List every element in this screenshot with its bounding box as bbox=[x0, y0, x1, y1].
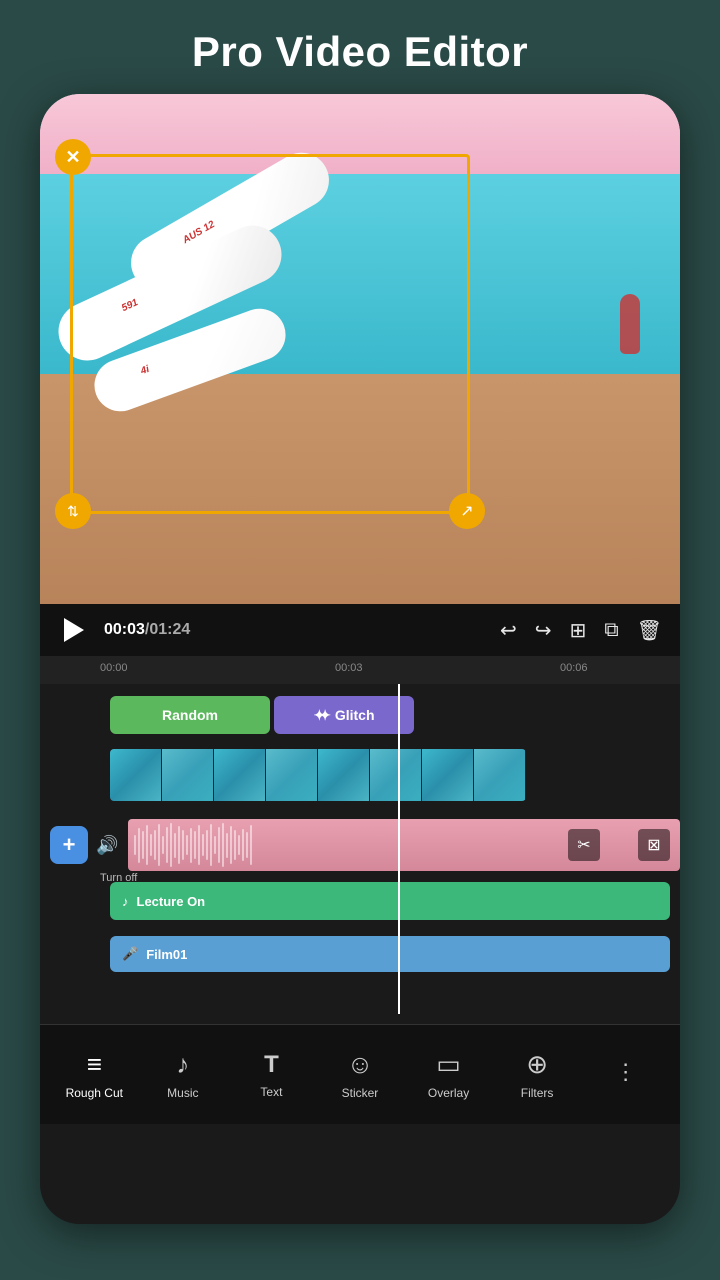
redo-button[interactable]: ↪ bbox=[535, 618, 552, 643]
play-icon bbox=[64, 618, 84, 642]
nav-item-more[interactable]: ⋮ bbox=[591, 1059, 661, 1091]
toolbar-icons: ↩ ↪ ⊞ ⧉ 🗑 bbox=[500, 618, 662, 643]
timeline-area: 00:00 00:03 00:06 Random ✦ ✦ Glitch bbox=[40, 656, 680, 1024]
music-clip[interactable]: ♪ Lecture On bbox=[110, 882, 670, 920]
video-thumb-4 bbox=[266, 749, 318, 801]
effect-clip-random[interactable]: Random bbox=[110, 696, 270, 734]
sticker-nav-label: Sticker bbox=[342, 1086, 379, 1100]
video-preview: AUS 12 591 4i ✕ ⇅ ↗ bbox=[40, 94, 680, 604]
rough-cut-label: Rough Cut bbox=[66, 1086, 123, 1100]
total-time: 01:24 bbox=[149, 621, 190, 638]
nav-item-rough-cut[interactable]: ≡ Rough Cut bbox=[59, 1049, 129, 1100]
overlay-nav-label: Overlay bbox=[428, 1086, 469, 1100]
tracks-container: Random ✦ ✦ Glitch bbox=[40, 684, 680, 988]
video-thumb-3 bbox=[214, 749, 266, 801]
time-display: 00:03/01:24 bbox=[104, 621, 486, 639]
transition-icon[interactable]: ⊠ bbox=[638, 829, 670, 861]
effects-track: Random ✦ ✦ Glitch bbox=[40, 690, 680, 740]
timeline-ruler: 00:00 00:03 00:06 bbox=[40, 656, 680, 684]
sticker-icon: ☺ bbox=[347, 1049, 374, 1080]
voice-label: Film01 bbox=[146, 947, 187, 962]
current-time: 00:03 bbox=[104, 621, 145, 638]
music-nav-label: Music bbox=[167, 1086, 198, 1100]
video-thumb-5 bbox=[318, 749, 370, 801]
cut-icon[interactable]: ✂ bbox=[568, 829, 600, 861]
video-thumb-8 bbox=[474, 749, 526, 801]
bottom-nav: ≡ Rough Cut ♪ Music T Text ☺ Sticker ▭ O… bbox=[40, 1024, 680, 1124]
playback-bar: 00:03/01:24 ↩ ↪ ⊞ ⧉ 🗑 bbox=[40, 604, 680, 656]
rough-cut-icon: ≡ bbox=[87, 1049, 102, 1080]
music-track-row: ♪ Lecture On bbox=[40, 880, 680, 926]
volume-icon: 🔊 bbox=[96, 835, 118, 856]
video-thumb-7 bbox=[422, 749, 474, 801]
voice-track-row: 🎤 Film01 bbox=[40, 932, 680, 976]
text-icon: T bbox=[264, 1051, 279, 1079]
ruler-mark-0: 00:00 bbox=[100, 662, 128, 674]
ruler-mark-1: 00:03 bbox=[335, 662, 363, 674]
phone-frame: AUS 12 591 4i ✕ ⇅ ↗ 00:03/01:24 bbox=[40, 94, 680, 1224]
nav-item-filters[interactable]: ⊕ Filters bbox=[502, 1049, 572, 1100]
text-nav-label: Text bbox=[260, 1085, 282, 1099]
selection-box: ✕ ⇅ ↗ bbox=[70, 154, 470, 514]
play-button[interactable] bbox=[58, 614, 90, 646]
video-clips-track[interactable] bbox=[40, 746, 680, 804]
audio-waveform[interactable]: ✂ ⊠ bbox=[128, 819, 680, 871]
video-thumb-6 bbox=[370, 749, 422, 801]
music-icon: ♪ bbox=[176, 1049, 189, 1080]
filters-icon: ⊕ bbox=[526, 1049, 548, 1080]
more-icon: ⋮ bbox=[615, 1059, 637, 1085]
main-track-row: + 🔊 bbox=[40, 810, 680, 880]
close-button[interactable]: ✕ bbox=[55, 139, 91, 175]
split-button[interactable]: ⊞ bbox=[570, 618, 587, 643]
overlay-icon: ▭ bbox=[436, 1049, 461, 1080]
mic-icon: 🎤 bbox=[122, 946, 138, 962]
voice-clip[interactable]: 🎤 Film01 bbox=[110, 936, 670, 972]
video-thumb-2 bbox=[162, 749, 214, 801]
copy-button[interactable]: ⧉ bbox=[604, 619, 618, 642]
flip-button[interactable]: ⇅ bbox=[55, 493, 91, 529]
music-note-icon: ♪ bbox=[122, 894, 129, 909]
ruler-mark-2: 00:06 bbox=[560, 662, 588, 674]
nav-item-music[interactable]: ♪ Music bbox=[148, 1049, 218, 1100]
video-thumb-1 bbox=[110, 749, 162, 801]
add-media-button[interactable]: + bbox=[50, 826, 88, 864]
nav-item-text[interactable]: T Text bbox=[236, 1051, 306, 1099]
page-title: Pro Video Editor bbox=[172, 0, 548, 94]
nav-item-overlay[interactable]: ▭ Overlay bbox=[414, 1049, 484, 1100]
undo-button[interactable]: ↩ bbox=[500, 618, 517, 643]
nav-item-sticker[interactable]: ☺ Sticker bbox=[325, 1049, 395, 1100]
music-label: Lecture On bbox=[137, 894, 206, 909]
resize-button[interactable]: ↗ bbox=[449, 493, 485, 529]
delete-button[interactable]: 🗑 bbox=[637, 618, 662, 643]
effect-clip-glitch[interactable]: ✦ ✦ Glitch bbox=[274, 696, 414, 734]
filters-nav-label: Filters bbox=[521, 1086, 554, 1100]
